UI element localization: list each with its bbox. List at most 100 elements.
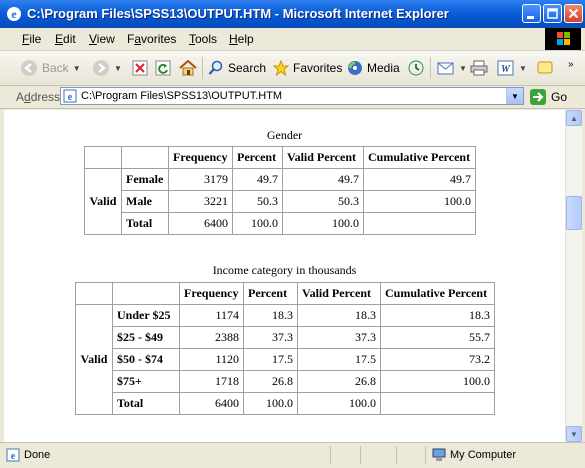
address-input[interactable]: e C:\Program Files\SPSS13\OUTPUT.HTM ▼	[60, 87, 524, 105]
page-done-icon: e	[6, 448, 20, 462]
stop-button[interactable]	[132, 57, 148, 79]
gender-table-title: Gender	[266, 128, 303, 142]
cell-cumulative-percent	[363, 212, 476, 235]
forward-arrow-icon	[93, 60, 109, 76]
cell-frequency: 2388	[179, 326, 244, 349]
cell-valid-percent: 50.3	[282, 190, 364, 213]
cell-percent: 49.7	[232, 168, 283, 191]
toolbar-separator	[430, 57, 431, 79]
column-header-percent: Percent	[232, 146, 283, 169]
svg-text:e: e	[11, 7, 17, 21]
cell-cumulative-percent	[380, 392, 495, 415]
table-row: Total 6400 100.0 100.0	[76, 392, 495, 415]
menu-bar: File Edit View Favorites Tools Help	[0, 28, 585, 51]
row-label: $50 - $74	[112, 348, 180, 371]
ie-page-icon: e	[63, 89, 77, 103]
menu-file[interactable]: File	[22, 32, 41, 46]
windows-flag-icon	[557, 32, 570, 45]
table-row: Valid Under $25 1174 18.3 18.3 18.3	[75, 304, 495, 415]
menu-help[interactable]: Help	[229, 32, 254, 46]
go-button[interactable]: Go	[529, 87, 567, 107]
cell-percent: 26.8	[243, 370, 298, 393]
menu-tools-label: ools	[195, 32, 218, 46]
cell-frequency: 1718	[179, 370, 244, 393]
cell-valid-percent: 49.7	[282, 168, 364, 191]
cell-cumulative-percent: 55.7	[380, 326, 495, 349]
forward-button[interactable]: ▼	[92, 57, 122, 79]
refresh-button[interactable]	[155, 57, 171, 79]
back-button[interactable]: Back ▼	[20, 57, 81, 79]
forward-dropdown-icon[interactable]: ▼	[114, 64, 122, 73]
menu-edit-accel: E	[55, 32, 64, 46]
home-button[interactable]	[179, 57, 197, 79]
discuss-button[interactable]	[537, 57, 553, 79]
minimize-button[interactable]	[522, 4, 541, 23]
status-separator	[425, 446, 426, 464]
svg-text:e: e	[11, 451, 16, 462]
status-zone: My Computer	[432, 448, 516, 462]
status-separator	[360, 446, 361, 464]
zone-text: My Computer	[450, 449, 517, 461]
cell-frequency: 1174	[179, 304, 244, 327]
back-label: Back	[42, 61, 69, 75]
title-bar[interactable]: e C:\Program Files\SPSS13\OUTPUT.HTM - M…	[0, 0, 585, 28]
row-label: Total	[112, 392, 180, 415]
mail-button[interactable]: ▼	[437, 57, 467, 79]
menu-view-accel: V	[89, 32, 97, 46]
cell-frequency: 3179	[168, 168, 233, 191]
row-label: Female	[121, 168, 169, 191]
cell-frequency: 6400	[168, 212, 233, 235]
cell-cumulative-percent: 18.3	[380, 304, 495, 327]
edit-dropdown-icon[interactable]: ▼	[519, 64, 527, 73]
status-separator	[396, 446, 397, 464]
scroll-down-button[interactable]: ▼	[566, 426, 582, 442]
cell-frequency: 3221	[168, 190, 233, 213]
mail-dropdown-icon[interactable]: ▼	[459, 64, 467, 73]
table-row: $75+ 1718 26.8 26.8 100.0	[76, 370, 495, 393]
address-dropdown-icon[interactable]: ▼	[506, 88, 523, 104]
column-header-cumulative-percent: Cumulative Percent	[363, 146, 476, 169]
media-button[interactable]: Media	[347, 57, 400, 79]
address-label-rest: dress	[30, 90, 61, 104]
table-corner-cell	[112, 282, 180, 305]
menu-view[interactable]: View	[89, 32, 115, 46]
history-button[interactable]	[408, 57, 424, 79]
print-button[interactable]	[470, 57, 488, 79]
table-row: Total 6400 100.0 100.0	[85, 212, 476, 235]
row-label: Male	[121, 190, 169, 213]
maximize-icon	[547, 8, 558, 19]
windows-logo-icon	[545, 28, 581, 50]
search-button[interactable]: Search	[208, 57, 266, 79]
page-content[interactable]: Gender Frequency Percent Valid Percent C…	[4, 110, 565, 442]
cell-valid-percent: 17.5	[297, 348, 381, 371]
media-label: Media	[367, 61, 400, 75]
edit-button[interactable]: W ▼	[497, 57, 527, 79]
menu-file-label: ile	[29, 32, 42, 46]
menu-favorites[interactable]: Favorites	[127, 32, 176, 46]
cell-percent: 50.3	[232, 190, 283, 213]
address-label-pre: A	[16, 90, 25, 104]
table-corner-cell	[84, 146, 122, 169]
cell-percent: 37.3	[243, 326, 298, 349]
scroll-up-button[interactable]: ▲	[566, 110, 582, 126]
cell-cumulative-percent: 73.2	[380, 348, 495, 371]
menu-help-accel: H	[229, 32, 238, 46]
back-dropdown-icon[interactable]: ▼	[73, 64, 81, 73]
close-button[interactable]	[564, 4, 583, 23]
vertical-scrollbar[interactable]: ▲ ▼	[565, 110, 582, 442]
favorites-button[interactable]: Favorites	[273, 57, 342, 79]
toolbar-overflow-chevron-icon[interactable]: »	[568, 53, 574, 75]
cell-percent: 100.0	[243, 392, 298, 415]
table-row: Male 3221 50.3 50.3 100.0	[85, 190, 476, 213]
group-label-valid: Valid	[84, 168, 122, 235]
scroll-thumb[interactable]	[566, 196, 582, 230]
income-table-title: Income category in thousands	[212, 263, 357, 277]
go-arrow-icon	[530, 89, 546, 105]
address-bar: Address e C:\Program Files\SPSS13\OUTPUT…	[0, 86, 585, 109]
menu-edit[interactable]: Edit	[55, 32, 76, 46]
menu-tools[interactable]: Tools	[189, 32, 217, 46]
table-row: $25 - $49 2388 37.3 37.3 55.7	[76, 326, 495, 349]
maximize-button[interactable]	[543, 4, 562, 23]
status-separator	[330, 446, 331, 464]
menu-favorites-label: vorites	[141, 32, 177, 46]
